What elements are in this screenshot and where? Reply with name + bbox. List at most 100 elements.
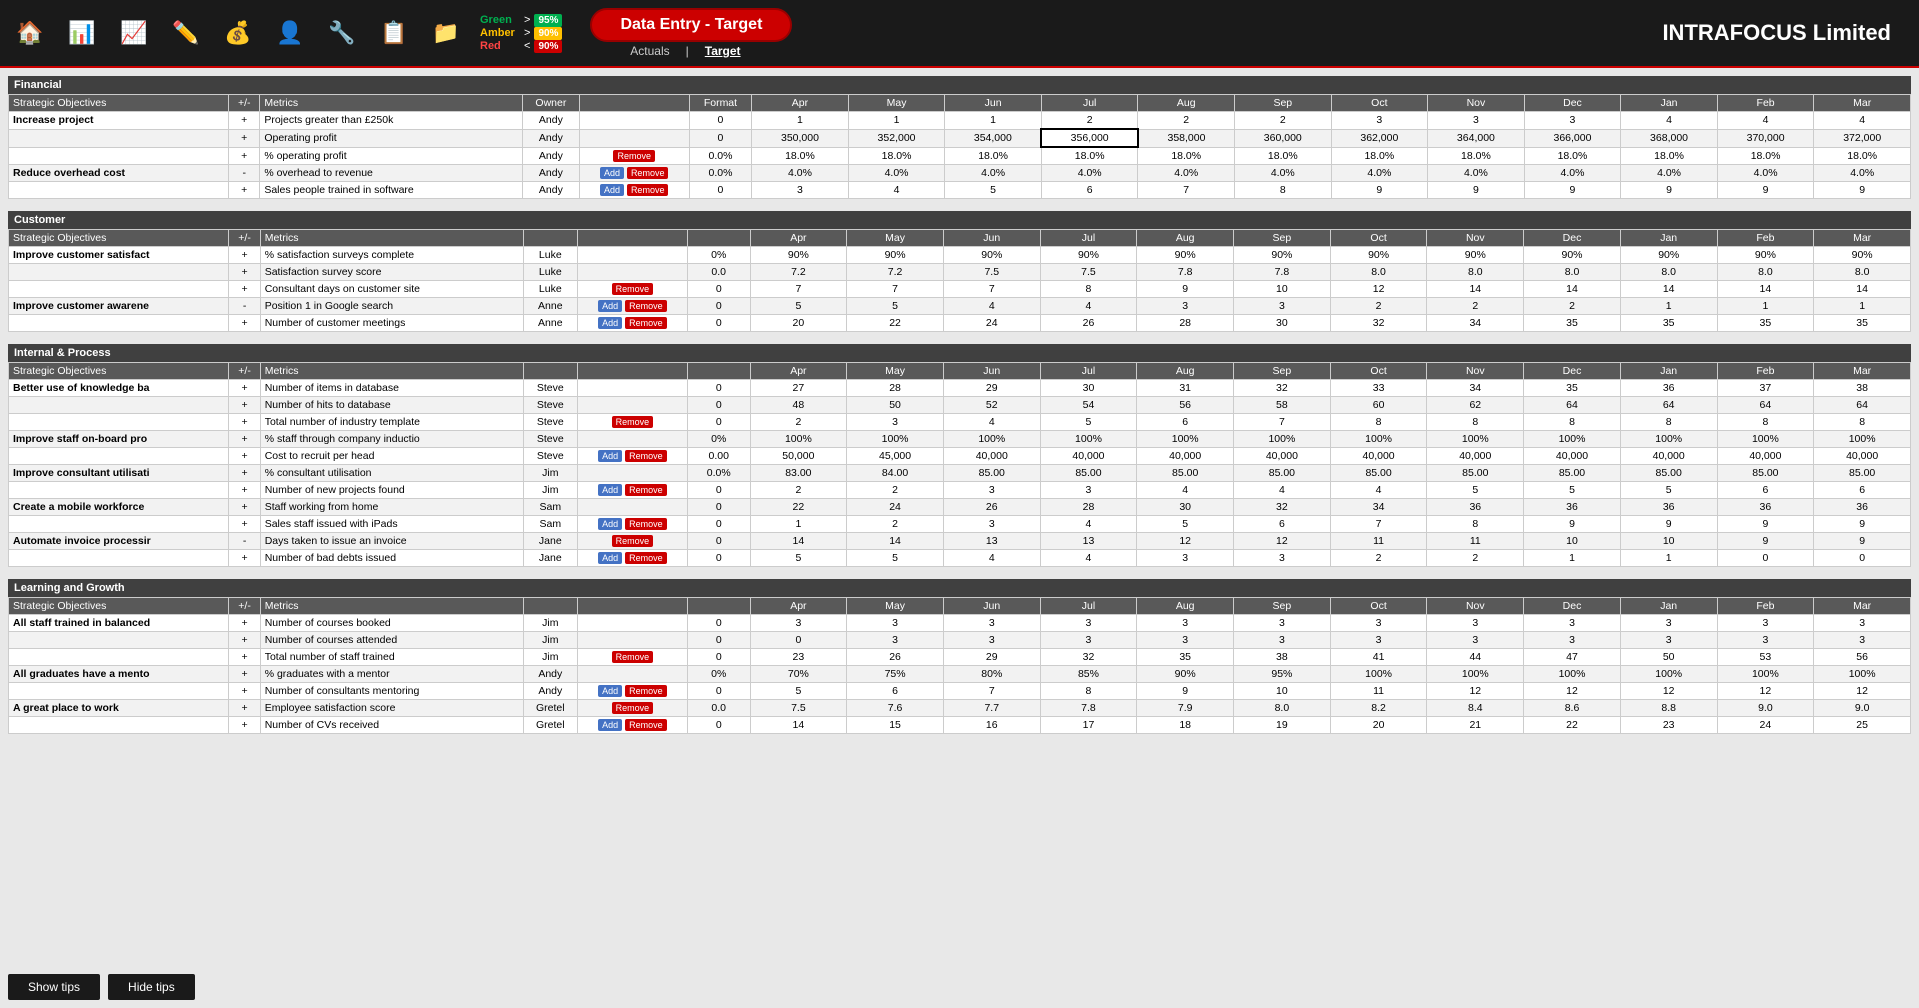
value-cell[interactable]: 2 [1138, 112, 1235, 130]
value-cell[interactable]: 31 [1137, 380, 1234, 397]
value-cell[interactable]: 3 [1814, 615, 1911, 632]
value-cell[interactable]: 5 [750, 550, 847, 567]
addrem-cell[interactable]: Remove [577, 414, 687, 431]
value-cell[interactable]: 30 [1040, 380, 1137, 397]
value-cell[interactable]: 4 [1621, 112, 1718, 130]
value-cell[interactable]: 62 [1427, 397, 1524, 414]
value-cell[interactable]: 8 [1717, 414, 1814, 431]
value-cell[interactable]: 7.2 [750, 264, 847, 281]
remove-button[interactable]: Remove [612, 416, 654, 428]
value-cell[interactable]: 1 [752, 112, 849, 130]
value-cell[interactable]: 18.0% [848, 147, 945, 165]
value-cell[interactable]: 14 [847, 533, 944, 550]
value-cell[interactable]: 362,000 [1331, 129, 1428, 147]
value-cell[interactable]: 3 [1717, 632, 1814, 649]
value-cell[interactable]: 7 [750, 281, 847, 298]
value-cell[interactable]: 85% [1040, 666, 1137, 683]
value-cell[interactable]: 4 [1040, 516, 1137, 533]
value-cell[interactable]: 52 [943, 397, 1040, 414]
value-cell[interactable]: 3 [1040, 482, 1137, 499]
value-cell[interactable]: 85.00 [1137, 465, 1234, 482]
value-cell[interactable]: 372,000 [1814, 129, 1911, 147]
value-cell[interactable]: 7 [847, 281, 944, 298]
value-cell[interactable]: 90% [1524, 247, 1621, 264]
remove-button[interactable]: Remove [627, 184, 669, 196]
addrem-cell[interactable]: Add Remove [577, 482, 687, 499]
value-cell[interactable]: 85.00 [1814, 465, 1911, 482]
value-cell[interactable]: 3 [847, 414, 944, 431]
value-cell[interactable]: 8.0 [1234, 700, 1331, 717]
value-cell[interactable]: 4 [943, 298, 1040, 315]
value-cell[interactable]: 1 [1814, 298, 1911, 315]
bar-chart-icon[interactable]: 📈 [112, 11, 156, 55]
value-cell[interactable]: 58 [1234, 397, 1331, 414]
value-cell[interactable]: 6 [1814, 482, 1911, 499]
remove-button[interactable]: Remove [625, 685, 667, 697]
value-cell[interactable]: 36 [1524, 499, 1621, 516]
value-cell[interactable]: 350,000 [752, 129, 849, 147]
value-cell[interactable]: 3 [750, 615, 847, 632]
value-cell[interactable]: 64 [1620, 397, 1717, 414]
value-cell[interactable]: 364,000 [1428, 129, 1525, 147]
addrem-cell[interactable]: Remove [579, 147, 689, 165]
addrem-cell[interactable] [577, 264, 687, 281]
value-cell[interactable]: 5 [1620, 482, 1717, 499]
value-cell[interactable]: 20 [750, 315, 847, 332]
value-cell[interactable]: 90% [750, 247, 847, 264]
value-cell[interactable]: 18.0% [752, 147, 849, 165]
value-cell[interactable]: 1 [1620, 298, 1717, 315]
value-cell[interactable]: 2 [1427, 550, 1524, 567]
value-cell[interactable]: 2 [1041, 112, 1138, 130]
chart-icon[interactable]: 📊 [60, 11, 104, 55]
value-cell[interactable]: 3 [1137, 550, 1234, 567]
value-cell[interactable]: 12 [1717, 683, 1814, 700]
value-cell[interactable]: 90% [1427, 247, 1524, 264]
value-cell[interactable]: 15 [847, 717, 944, 734]
add-button[interactable]: Add [598, 317, 622, 329]
addrem-cell[interactable]: Remove [577, 700, 687, 717]
value-cell[interactable]: 12 [1427, 683, 1524, 700]
value-cell[interactable]: 23 [750, 649, 847, 666]
value-cell[interactable]: 5 [847, 550, 944, 567]
value-cell[interactable]: 22 [750, 499, 847, 516]
value-cell[interactable]: 5 [847, 298, 944, 315]
document-icon[interactable]: 📋 [372, 11, 416, 55]
edit-icon[interactable]: ✏️ [164, 11, 208, 55]
value-cell[interactable]: 18.0% [1428, 147, 1525, 165]
addrem-cell[interactable] [579, 129, 689, 147]
value-cell[interactable]: 2 [1235, 112, 1332, 130]
value-cell[interactable]: 64 [1717, 397, 1814, 414]
value-cell[interactable]: 3 [1427, 615, 1524, 632]
value-cell[interactable]: 35 [1524, 380, 1621, 397]
value-cell[interactable]: 11 [1330, 533, 1427, 550]
value-cell[interactable]: 34 [1427, 315, 1524, 332]
value-cell[interactable]: 4 [943, 414, 1040, 431]
add-button[interactable]: Add [598, 484, 622, 496]
value-cell[interactable]: 32 [1234, 380, 1331, 397]
value-cell[interactable]: 60 [1330, 397, 1427, 414]
value-cell[interactable]: 100% [1717, 666, 1814, 683]
value-cell[interactable]: 36 [1620, 380, 1717, 397]
value-cell[interactable]: 36 [1427, 499, 1524, 516]
addrem-cell[interactable]: Remove [577, 649, 687, 666]
value-cell[interactable]: 100% [1330, 431, 1427, 448]
value-cell[interactable]: 13 [1040, 533, 1137, 550]
value-cell[interactable]: 4.0% [1621, 165, 1718, 182]
remove-button[interactable]: Remove [627, 167, 669, 179]
value-cell[interactable]: 7.5 [750, 700, 847, 717]
value-cell[interactable]: 90% [1620, 247, 1717, 264]
value-cell[interactable]: 0 [1814, 550, 1911, 567]
value-cell[interactable]: 90% [847, 247, 944, 264]
add-button[interactable]: Add [598, 685, 622, 697]
value-cell[interactable]: 8 [1427, 516, 1524, 533]
value-cell[interactable]: 4 [1137, 482, 1234, 499]
value-cell[interactable]: 3 [1040, 632, 1137, 649]
add-button[interactable]: Add [600, 184, 624, 196]
value-cell[interactable]: 22 [1524, 717, 1621, 734]
value-cell[interactable]: 100% [1040, 431, 1137, 448]
value-cell[interactable]: 16 [943, 717, 1040, 734]
value-cell[interactable]: 354,000 [945, 129, 1042, 147]
value-cell[interactable]: 8.2 [1330, 700, 1427, 717]
value-cell[interactable]: 18.0% [1235, 147, 1332, 165]
value-cell[interactable]: 8.8 [1620, 700, 1717, 717]
